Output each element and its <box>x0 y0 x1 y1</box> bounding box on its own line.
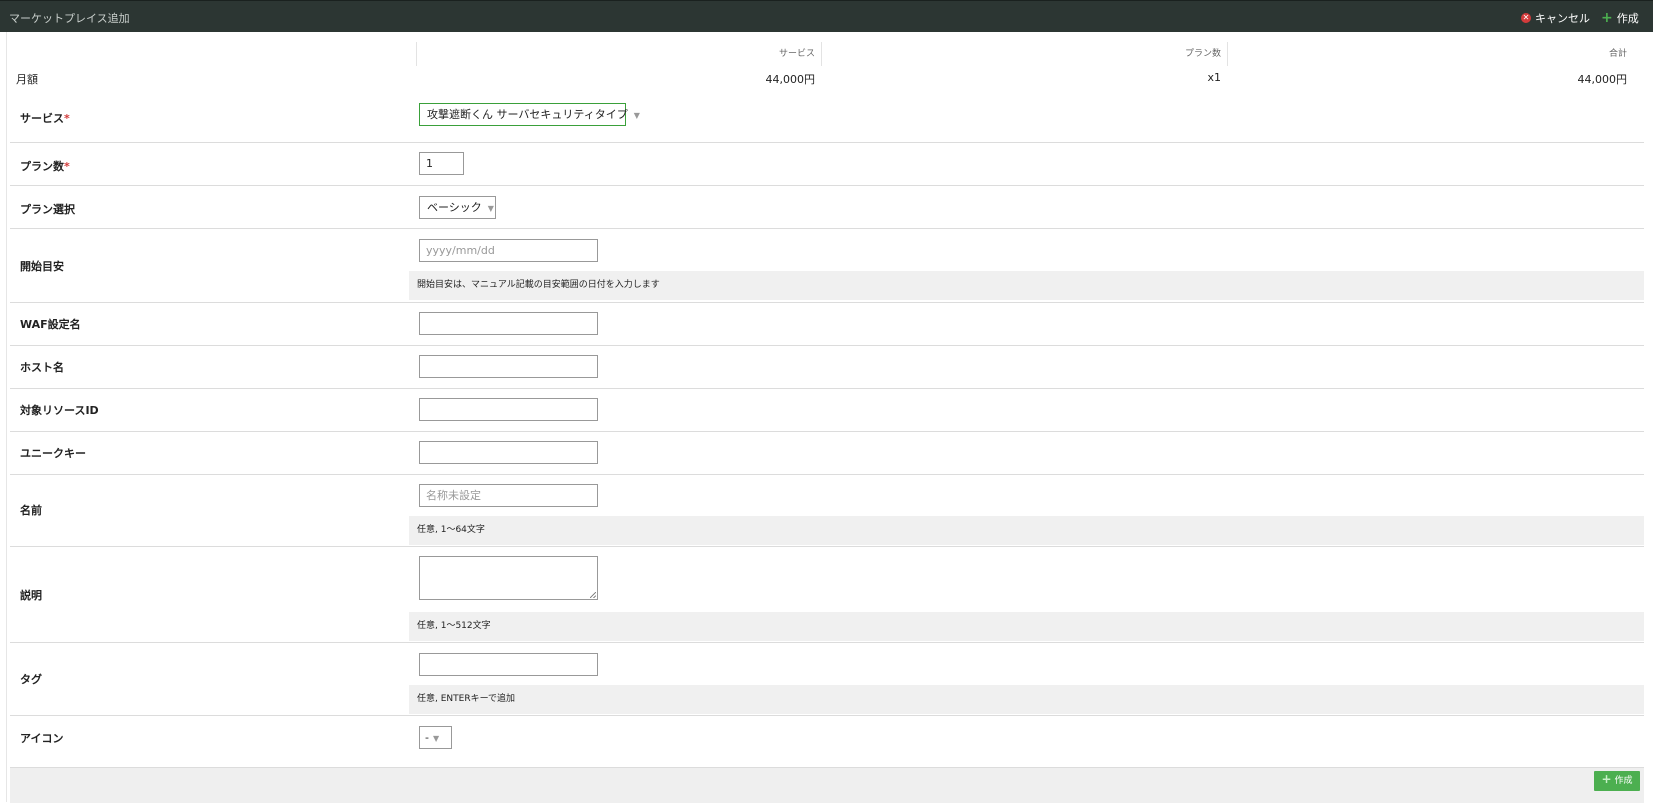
form-row-resource-id: 対象リソースID <box>10 388 1644 432</box>
summary-header-service: サービス <box>416 42 821 66</box>
plan-select-label: プラン選択 <box>20 203 75 216</box>
resize-handle-icon[interactable] <box>590 592 596 598</box>
form-row-host-name: ホスト名 <box>10 345 1644 389</box>
summary-row-label: 月額 <box>16 73 38 86</box>
host-name-label: ホスト名 <box>20 361 64 374</box>
plan-count-input[interactable]: 1 <box>419 152 464 175</box>
waf-name-label: WAF設定名 <box>20 318 81 331</box>
description-textarea[interactable] <box>419 556 598 600</box>
summary-header-total: 合計 <box>1227 42 1633 66</box>
footer-create-button[interactable]: + 作成 <box>1594 771 1640 791</box>
unique-key-label: ユニークキー <box>20 447 86 460</box>
chevron-down-icon: ▼ <box>487 204 494 213</box>
title-bar: マーケットプレイス追加 ✕ キャンセル + 作成 <box>0 0 1653 32</box>
tags-input[interactable] <box>419 653 598 676</box>
chevron-down-icon: ▼ <box>432 734 440 743</box>
window-title: マーケットプレイス追加 <box>9 12 130 25</box>
form-row-waf-name: WAF設定名 <box>10 302 1644 346</box>
start-date-label: 開始目安 <box>20 260 64 273</box>
icon-label: アイコン <box>20 732 64 745</box>
chevron-down-icon: ▼ <box>633 111 640 120</box>
form-row-plan-count: プラン数* <box>10 142 1644 186</box>
plus-icon: + <box>1601 10 1613 26</box>
form-footer <box>10 767 1644 803</box>
cancel-button[interactable]: ✕ キャンセル <box>1521 10 1590 26</box>
waf-name-input[interactable] <box>419 312 598 335</box>
service-select[interactable]: 攻撃遮断くん サーバセキュリティタイプ ▼ <box>419 103 640 126</box>
create-label: 作成 <box>1616 12 1639 25</box>
service-label: サービス* <box>20 112 70 125</box>
left-divider <box>6 32 7 802</box>
start-date-hint: 開始目安は、マニュアル記載の目安範囲の日付を入力します <box>409 271 1644 300</box>
host-name-input[interactable] <box>419 355 598 378</box>
unique-key-input[interactable] <box>419 441 598 464</box>
summary-header-plan-count: プラン数 <box>821 42 1227 66</box>
cancel-label: キャンセル <box>1535 12 1590 25</box>
close-icon: ✕ <box>1521 13 1531 23</box>
name-label: 名前 <box>20 504 42 517</box>
plus-icon: + <box>1601 772 1612 786</box>
summary-total-value: 44,000円 <box>1577 73 1628 86</box>
form-row-service: サービス* <box>10 94 1644 142</box>
create-button[interactable]: + 作成 <box>1601 10 1639 26</box>
summary-service-value: 44,000円 <box>765 73 816 86</box>
footer-create-label: 作成 <box>1614 776 1633 786</box>
tags-hint: 任意, ENTERキーで追加 <box>409 685 1644 714</box>
plan-count-label: プラン数* <box>20 160 70 173</box>
resource-id-label: 対象リソースID <box>20 404 99 417</box>
name-hint: 任意, 1〜64文字 <box>409 516 1644 545</box>
plan-select[interactable]: ベーシック ▼ <box>419 196 496 219</box>
description-hint: 任意, 1〜512文字 <box>409 612 1644 641</box>
form-row-plan-select: プラン選択 <box>10 185 1644 229</box>
tags-label: タグ <box>20 673 42 686</box>
summary-plan-count-value: x1 <box>1207 71 1221 84</box>
start-date-input[interactable]: yyyy/mm/dd <box>419 239 598 262</box>
form-row-unique-key: ユニークキー <box>10 431 1644 475</box>
description-label: 説明 <box>20 589 42 602</box>
resource-id-input[interactable] <box>419 398 598 421</box>
form-row-icon: アイコン <box>10 715 1644 768</box>
name-input[interactable]: 名称未設定 <box>419 484 598 507</box>
icon-select[interactable]: - ▼ <box>419 726 452 749</box>
